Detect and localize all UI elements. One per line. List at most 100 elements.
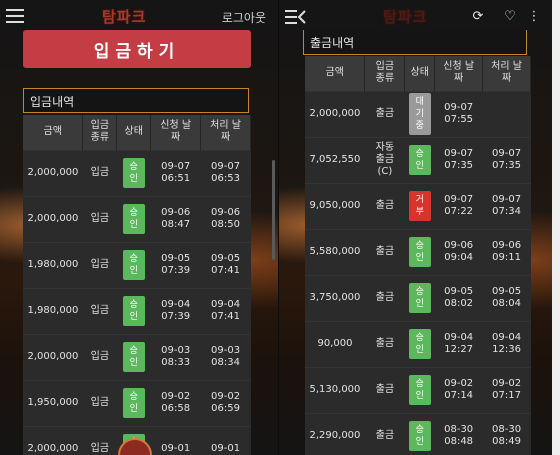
type-text: 출금 bbox=[375, 246, 395, 257]
top-bar: 탐파크 로그아웃 bbox=[0, 0, 278, 34]
header-type: 입금 종류 bbox=[82, 115, 118, 150]
type-cell: 출금 bbox=[364, 90, 405, 137]
site-logo[interactable]: 탐파크 bbox=[383, 6, 427, 27]
header-process-date: 처리 날 짜 bbox=[482, 56, 531, 91]
proc-text: 09-02 06:59 bbox=[211, 391, 241, 414]
amount-cell: 5,130,000 bbox=[305, 366, 365, 413]
more-icon[interactable]: ⋮ bbox=[526, 9, 542, 25]
table-row: 2,290,000 출금 승 인 08-30 08:48 08-30 08:49 bbox=[305, 412, 531, 455]
type-text: 입금 bbox=[90, 167, 110, 178]
header-request-date: 신청 날 짜 bbox=[150, 115, 202, 150]
amount-text: 1,980,000 bbox=[27, 305, 79, 316]
type-cell: 자동 출금 (C) bbox=[364, 136, 405, 183]
header-label: 신청 날 짜 bbox=[443, 61, 475, 85]
status-cell: 승 인 bbox=[404, 320, 435, 367]
deposit-history-table: 금액 입금 종류 상태 신청 날 짜 처리 날 짜 2,000,000 입금 승 인… bbox=[23, 115, 251, 455]
amount-text: 9,050,000 bbox=[309, 200, 361, 211]
deposit-button[interactable]: 입금하기 bbox=[23, 30, 251, 68]
amount-text: 1,950,000 bbox=[27, 397, 79, 408]
proc-text: 09-03 08:34 bbox=[211, 345, 241, 368]
table-row: 9,050,000 출금 거 부 09-07 07:22 09-07 07:34 bbox=[305, 182, 531, 229]
table-row: 1,950,000 입금 승 인 09-02 06:58 09-02 06:59 bbox=[23, 379, 251, 426]
process-date-cell: 08-30 08:49 bbox=[482, 412, 531, 455]
proc-text: 09-04 12:36 bbox=[492, 332, 522, 355]
table-row: 90,000 출금 승 인 09-04 12:27 09-04 12:36 bbox=[305, 320, 531, 367]
type-text: 입금 bbox=[90, 305, 110, 316]
proc-text: 09-06 08:50 bbox=[211, 207, 241, 230]
status-badge: 승 인 bbox=[122, 342, 145, 372]
amount-cell: 2,000,000 bbox=[23, 195, 83, 242]
header-process-date: 처리 날 짜 bbox=[200, 115, 251, 150]
status-badge: 승 인 bbox=[408, 421, 431, 452]
table-row: 3,750,000 출금 승 인 09-05 08:02 09-05 08:04 bbox=[305, 274, 531, 321]
proc-text: 09-01 bbox=[211, 443, 241, 455]
process-date-cell: 09-07 07:35 bbox=[482, 136, 531, 183]
amount-text: 2,000,000 bbox=[27, 167, 79, 178]
type-cell: 입금 bbox=[82, 333, 117, 380]
header-label: 금액 bbox=[43, 126, 62, 138]
status-badge: 거 부 bbox=[408, 191, 431, 221]
status-cell: 승 인 bbox=[116, 287, 151, 334]
process-date-cell: 09-04 07:41 bbox=[200, 287, 251, 334]
req-text: 09-07 06:51 bbox=[161, 161, 191, 184]
status-cell: 승 인 bbox=[116, 379, 151, 426]
request-date-cell: 09-05 07:39 bbox=[150, 241, 201, 288]
status-badge: 대 기 중 bbox=[408, 93, 431, 135]
process-date-cell: 09-06 08:50 bbox=[200, 195, 251, 242]
site-logo[interactable]: 탐파크 bbox=[102, 6, 146, 27]
amount-text: 2,000,000 bbox=[309, 108, 361, 119]
amount-cell: 2,000,000 bbox=[305, 90, 365, 137]
req-text: 09-04 12:27 bbox=[444, 332, 474, 355]
back-icon[interactable] bbox=[285, 9, 309, 25]
process-date-cell: 09-07 06:53 bbox=[200, 149, 251, 196]
status-cell: 거 부 bbox=[404, 182, 435, 229]
amount-cell: 5,580,000 bbox=[305, 228, 365, 275]
type-text: 출금 bbox=[375, 430, 395, 442]
status-cell: 승 인 bbox=[404, 274, 435, 321]
req-text: 08-30 08:48 bbox=[444, 424, 474, 448]
amount-cell: 90,000 bbox=[305, 320, 365, 367]
withdrawal-history-table: 금액 입금 종류 상태 신청 날 짜 처리 날 짜 2,000,000 출금 대 기… bbox=[305, 56, 531, 455]
status-cell: 승 인 bbox=[116, 149, 151, 196]
header-amount: 금액 bbox=[23, 115, 84, 150]
table-header-row: 금액 입금 종류 상태 신청 날 짜 처리 날 짜 bbox=[23, 115, 251, 150]
type-cell: 출금 bbox=[364, 274, 405, 321]
type-text: 입금 bbox=[90, 351, 110, 362]
amount-cell: 2,000,000 bbox=[23, 333, 83, 380]
req-text: 09-02 07:14 bbox=[444, 378, 474, 401]
type-cell: 출금 bbox=[364, 228, 405, 275]
scrollbar[interactable] bbox=[272, 160, 275, 260]
type-cell: 입금 bbox=[82, 149, 117, 196]
type-cell: 출금 bbox=[364, 412, 405, 455]
header-label: 신청 날 짜 bbox=[160, 120, 192, 144]
type-text: 입금 bbox=[90, 259, 110, 270]
header-label: 입금 종류 bbox=[375, 61, 395, 85]
refresh-icon[interactable]: ⟳ bbox=[470, 9, 486, 25]
type-text: 입금 bbox=[90, 397, 110, 408]
req-text: 09-07 07:35 bbox=[444, 148, 474, 171]
screenshot-root: 탐파크 로그아웃 입금하기 입금내역 금액 입금 종류 상태 신청 날 짜 처리… bbox=[0, 0, 560, 455]
amount-text: 2,000,000 bbox=[27, 351, 79, 362]
proc-text: 09-05 07:41 bbox=[211, 253, 241, 276]
request-date-cell: 09-02 06:58 bbox=[150, 379, 201, 426]
status-badge: 승 인 bbox=[408, 145, 431, 175]
top-bar: 탐파크 ⟳ ♡ ⋮ bbox=[279, 0, 560, 34]
type-text: 자동 출금 (C) bbox=[375, 142, 395, 177]
table-row: 2,000,000 입금 승 인 09-07 06:51 09-07 06:53 bbox=[23, 149, 251, 196]
status-cell: 승 인 bbox=[116, 333, 151, 380]
amount-cell: 7,052,550 bbox=[305, 136, 365, 183]
process-date-cell: 09-07 07:34 bbox=[482, 182, 531, 229]
status-cell: 승 인 bbox=[404, 366, 435, 413]
heart-icon[interactable]: ♡ bbox=[502, 9, 518, 25]
menu-icon[interactable] bbox=[6, 9, 24, 23]
amount-text: 5,130,000 bbox=[309, 384, 361, 395]
logout-link[interactable]: 로그아웃 bbox=[222, 9, 266, 26]
table-row: 1,980,000 입금 승 인 09-05 07:39 09-05 07:41 bbox=[23, 241, 251, 288]
header-label: 입금 종류 bbox=[90, 120, 110, 144]
req-text: 09-07 07:55 bbox=[444, 102, 474, 125]
req-text: 09-06 08:47 bbox=[161, 207, 191, 230]
header-type: 입금 종류 bbox=[364, 56, 406, 91]
status-badge: 승 인 bbox=[122, 388, 145, 418]
process-date-cell: 09-01 bbox=[200, 425, 251, 455]
amount-cell: 2,000,000 bbox=[23, 149, 83, 196]
